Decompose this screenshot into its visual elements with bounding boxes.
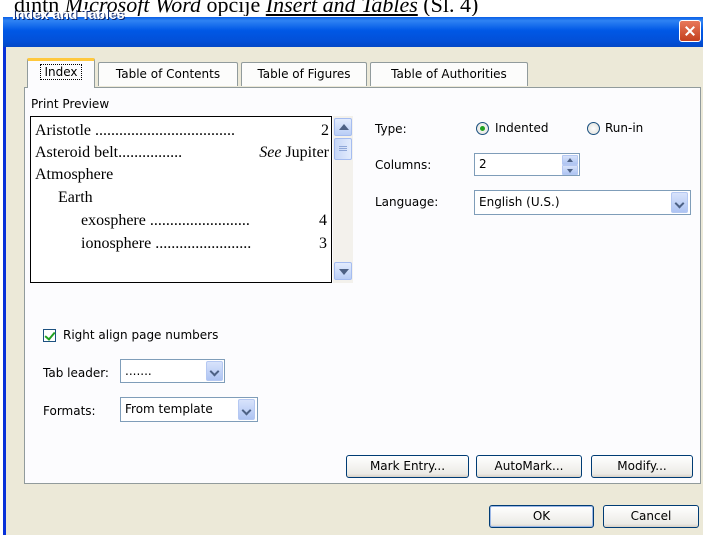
tab-leader-dropdown-icon[interactable]: [206, 361, 223, 381]
scroll-thumb[interactable]: [334, 138, 352, 160]
preview-line: exosphere ......................... 4: [81, 210, 327, 232]
preview-page: 2: [321, 122, 329, 139]
mark-entry-button[interactable]: Mark Entry...: [346, 455, 469, 478]
preview-entry: exosphere .........................: [81, 212, 250, 229]
preview-page: 3: [319, 235, 327, 252]
scroll-up-icon[interactable]: [334, 118, 352, 136]
modify-button[interactable]: Modify...: [591, 455, 693, 478]
preview-line: Aristotle ..............................…: [35, 120, 329, 142]
language-label: Language:: [375, 195, 439, 209]
spin-up-icon[interactable]: [562, 155, 578, 165]
type-label: Type:: [375, 122, 407, 136]
preview-line: Atmosphere: [35, 164, 113, 186]
radio-indented-label[interactable]: Indented: [495, 121, 548, 135]
right-align-checkbox[interactable]: [43, 329, 56, 342]
formats-label: Formats:: [43, 404, 96, 418]
cancel-button[interactable]: Cancel: [603, 505, 699, 528]
preview-scrollbar[interactable]: [333, 116, 353, 283]
columns-label: Columns:: [375, 158, 432, 172]
radio-run-in[interactable]: [587, 122, 600, 135]
scroll-down-icon[interactable]: [334, 262, 352, 280]
preview-see: See: [259, 144, 282, 161]
preview-entry: Atmosphere: [35, 166, 114, 183]
language-select[interactable]: English (U.S.): [474, 190, 691, 215]
preview-page: 4: [319, 212, 327, 229]
formats-dropdown-icon[interactable]: [238, 399, 255, 420]
preview-entry: Aristotle ..............................…: [35, 122, 235, 139]
print-preview-box: Aristotle ..............................…: [30, 116, 332, 283]
tab-leader-label: Tab leader:: [43, 366, 109, 380]
radio-run-in-label[interactable]: Run-in: [605, 121, 643, 135]
preview-line: Earth: [58, 187, 93, 209]
preview-entry: ionosphere ........................: [81, 235, 252, 252]
panel-content: Print Preview Aristotle ................…: [0, 0, 703, 535]
print-preview-label: Print Preview: [31, 97, 110, 111]
preview-entry: Earth: [58, 189, 93, 206]
preview-entry: Asteroid belt................: [35, 144, 183, 161]
radio-indented[interactable]: [476, 122, 489, 135]
right-align-label[interactable]: Right align page numbers: [63, 328, 218, 342]
preview-line: ionosphere ........................ 3: [81, 233, 327, 255]
ok-button[interactable]: OK: [489, 505, 594, 528]
automark-button[interactable]: AutoMark...: [476, 455, 582, 478]
spin-down-icon[interactable]: [562, 165, 578, 175]
preview-page: Jupiter: [285, 144, 329, 161]
preview-line: Asteroid belt................ See Jupite…: [35, 142, 329, 164]
language-dropdown-icon[interactable]: [671, 192, 688, 213]
